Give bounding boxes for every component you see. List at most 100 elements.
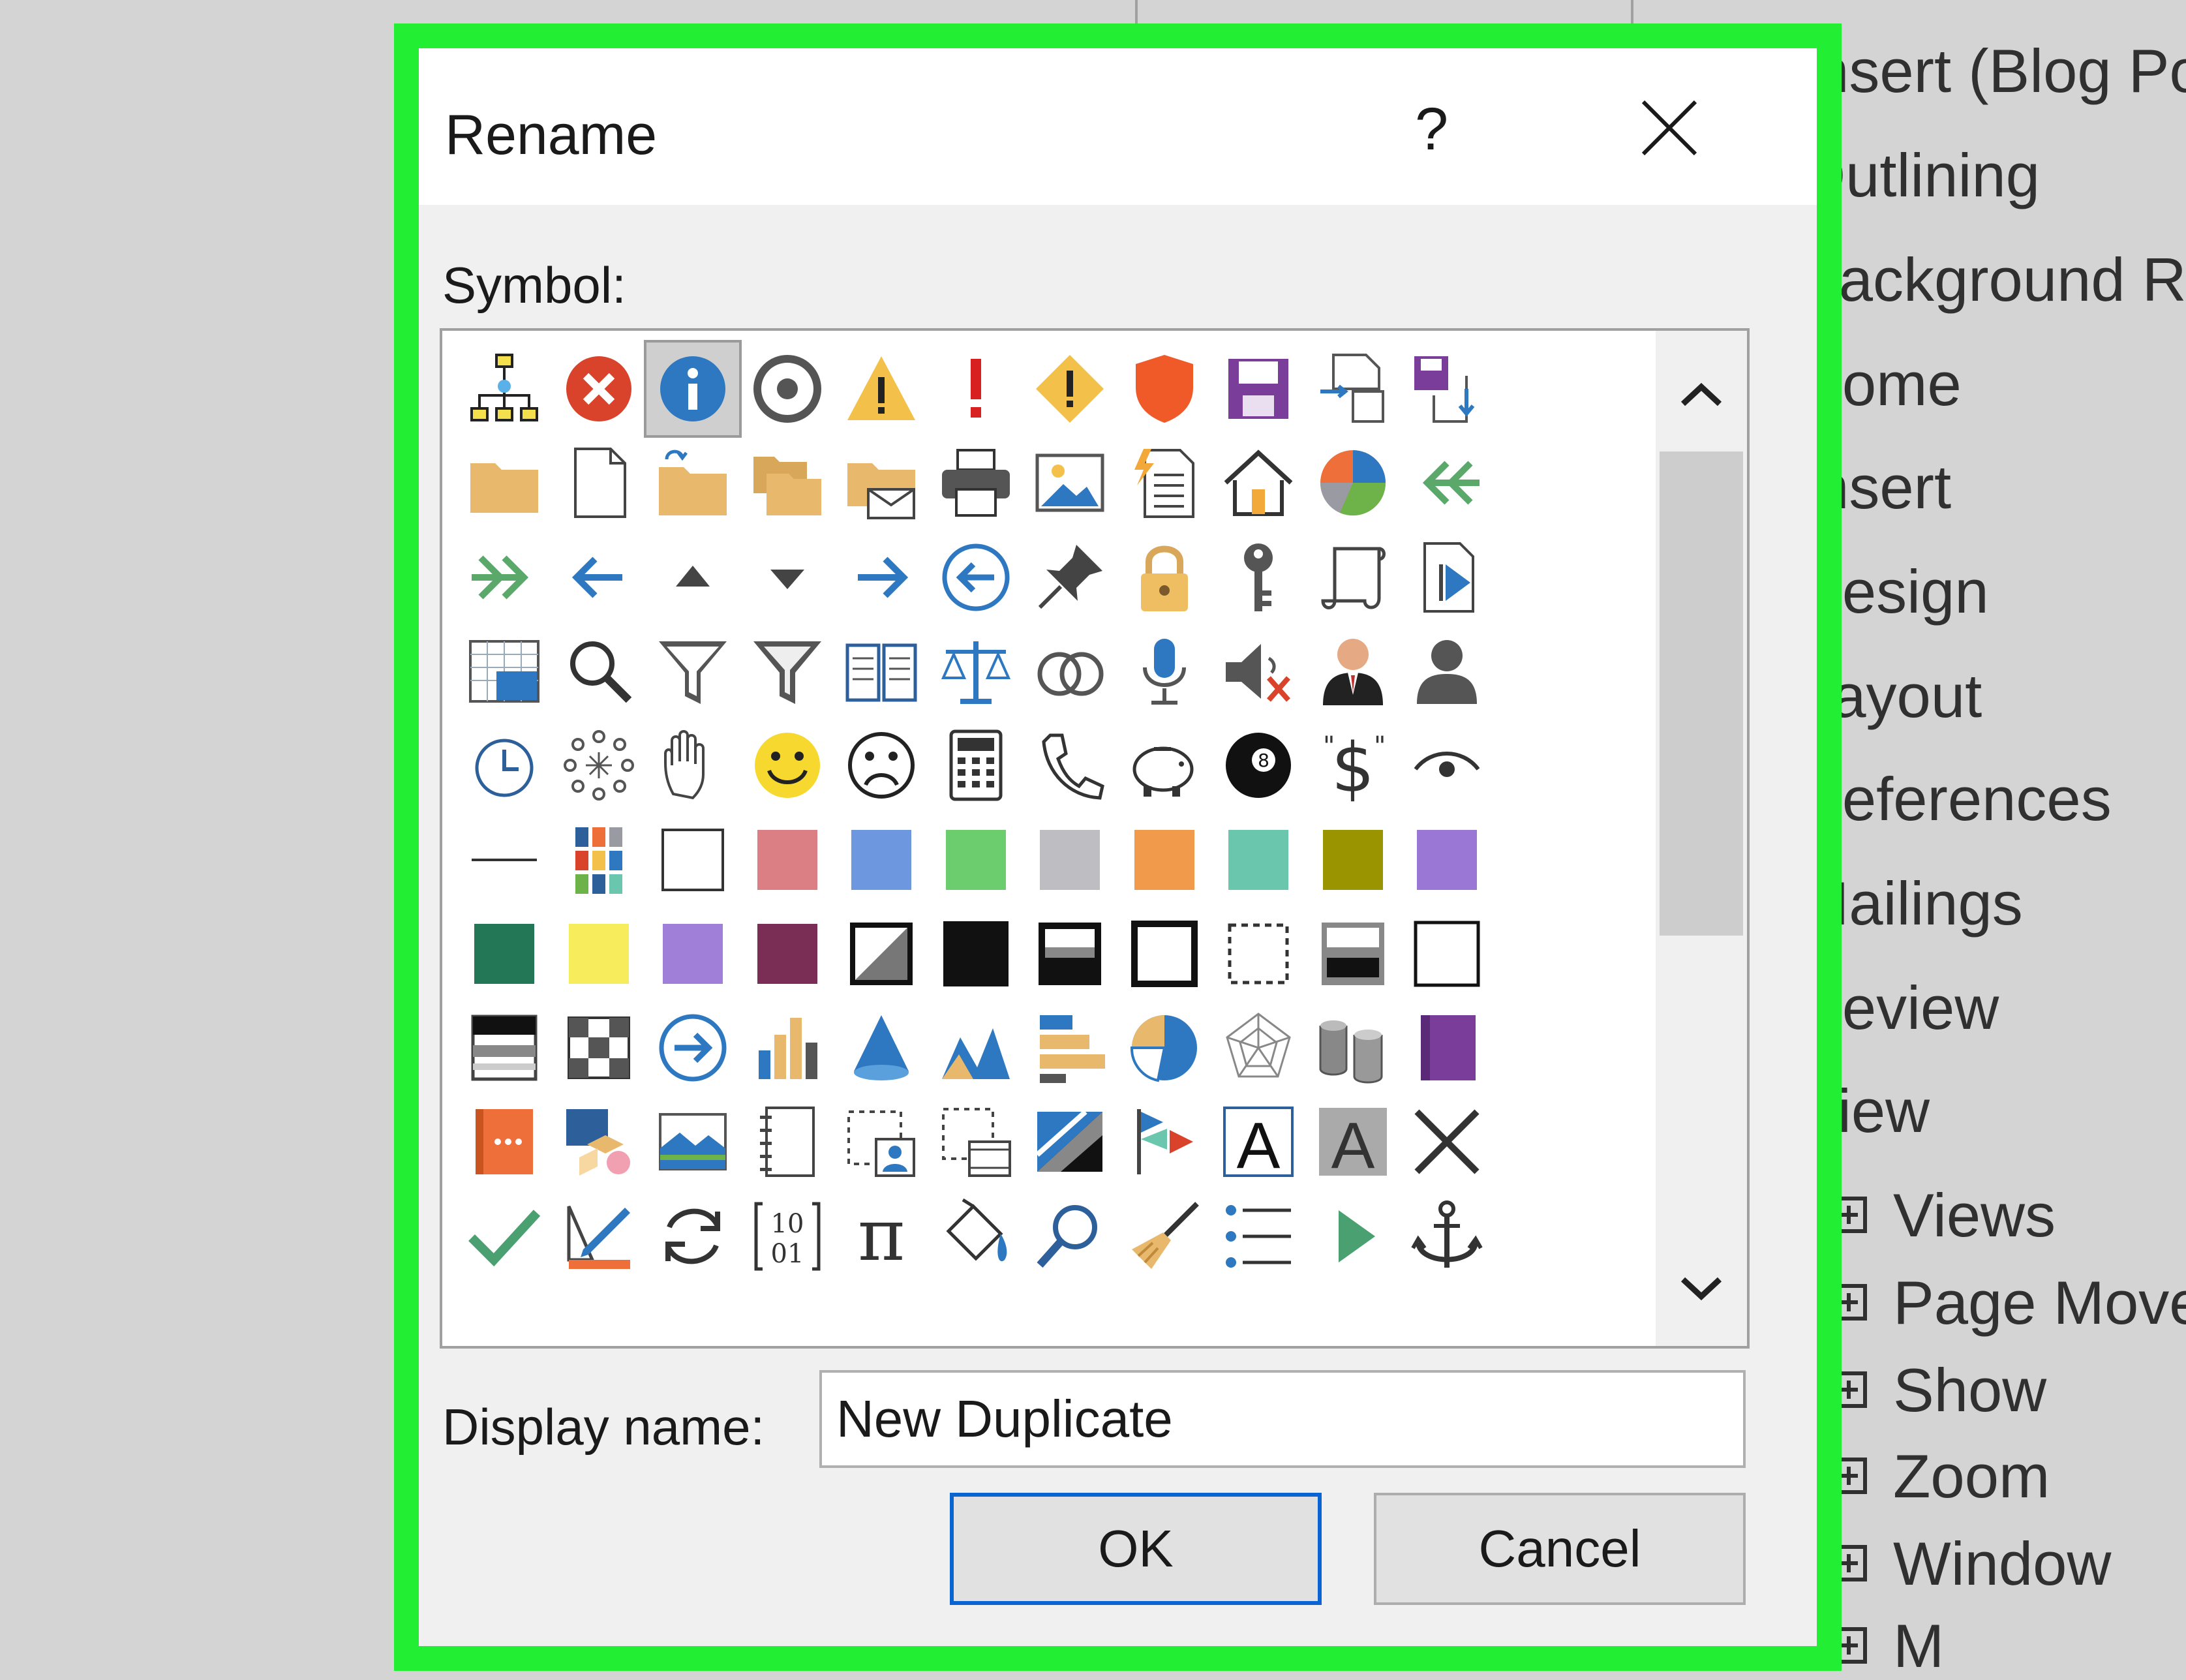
loading-dots-icon[interactable] [550, 716, 648, 814]
pushpin-icon[interactable] [1021, 528, 1119, 626]
hand-icon[interactable] [644, 716, 742, 814]
x-mark-icon[interactable] [1398, 1093, 1496, 1191]
shield-icon[interactable] [1116, 340, 1213, 438]
ruler-pencil-icon[interactable] [550, 1187, 648, 1285]
triangle-down-icon[interactable] [738, 528, 836, 626]
target-icon[interactable] [738, 340, 836, 438]
striped-box-icon[interactable] [455, 999, 553, 1097]
speaker-mute-icon[interactable] [1209, 622, 1307, 720]
person-icon[interactable] [1398, 622, 1496, 720]
play-icon[interactable] [1304, 1187, 1402, 1285]
filter-alt-icon[interactable] [738, 622, 836, 720]
checker-icon[interactable] [550, 999, 648, 1097]
black-swatch-icon[interactable] [927, 905, 1025, 1003]
picture-icon[interactable] [1021, 434, 1119, 532]
olive-swatch-icon[interactable] [1304, 811, 1402, 909]
dark-green-swatch-icon[interactable] [455, 905, 553, 1003]
flags-icon[interactable] [1116, 1093, 1213, 1191]
microphone-icon[interactable] [1116, 622, 1213, 720]
white-swatch-icon[interactable] [644, 811, 742, 909]
folder-upload-icon[interactable] [644, 434, 742, 532]
chevron-down-icon[interactable] [1656, 1242, 1747, 1333]
list-subitem[interactable]: Show [1830, 1360, 2046, 1421]
double-chevron-right-icon[interactable] [455, 528, 553, 626]
purple-book-icon[interactable] [1398, 999, 1496, 1097]
notebook-icon[interactable] [738, 1093, 836, 1191]
scales-icon[interactable] [927, 622, 1025, 720]
broom-icon[interactable] [1116, 1187, 1213, 1285]
lock-icon[interactable] [1116, 528, 1213, 626]
shapes-icon[interactable] [550, 1093, 648, 1191]
gray-swatch-icon[interactable] [1021, 811, 1119, 909]
arrow-left-icon[interactable] [550, 528, 648, 626]
diagonal-split-icon[interactable] [832, 905, 930, 1003]
list-item[interactable]: References [1798, 769, 2112, 830]
save-icon[interactable] [1209, 340, 1307, 438]
refresh-icon[interactable] [644, 1187, 742, 1285]
double-chevron-left-icon[interactable] [1398, 434, 1496, 532]
dashed-video-icon[interactable] [927, 1093, 1025, 1191]
text-a-fill-icon[interactable]: A [1304, 1093, 1402, 1191]
lavender-swatch-icon[interactable] [644, 905, 742, 1003]
header-box-icon[interactable] [1021, 905, 1119, 1003]
list-item[interactable]: Background Re [1798, 249, 2186, 311]
error-icon[interactable] [550, 340, 648, 438]
circle-arrow-right-icon[interactable] [644, 999, 742, 1097]
arrow-right-icon[interactable] [832, 528, 930, 626]
line-icon[interactable] [455, 811, 553, 909]
key-icon[interactable] [1209, 528, 1307, 626]
folders-icon[interactable] [738, 434, 836, 532]
folder-icon[interactable] [455, 434, 553, 532]
search-small-icon[interactable] [1021, 1187, 1119, 1285]
teal-swatch-icon[interactable] [1209, 811, 1307, 909]
dashed-person-icon[interactable] [832, 1093, 930, 1191]
close-icon[interactable] [1637, 95, 1702, 160]
magnifier-icon[interactable] [550, 622, 648, 720]
document-flash-icon[interactable] [1116, 434, 1213, 532]
color-grid-icon[interactable] [550, 811, 648, 909]
rings-icon[interactable] [1021, 622, 1119, 720]
phone-icon[interactable] [1021, 716, 1119, 814]
org-chart-icon[interactable] [455, 340, 553, 438]
bullet-list-icon[interactable] [1209, 1187, 1307, 1285]
pi-icon[interactable]: π [832, 1187, 930, 1285]
dollar-quote-icon[interactable]: $ " " [1304, 716, 1402, 814]
purple-swatch-icon[interactable] [1398, 811, 1496, 909]
anchor-icon[interactable] [1398, 1187, 1496, 1285]
info-icon[interactable] [644, 340, 742, 438]
document-convert-icon[interactable] [1304, 340, 1402, 438]
book-icon[interactable] [832, 622, 930, 720]
empty-box-icon[interactable] [1398, 905, 1496, 1003]
clock-icon[interactable] [455, 716, 553, 814]
bar-chart-icon[interactable] [738, 999, 836, 1097]
diagonal-stripes-icon[interactable] [1021, 1093, 1119, 1191]
cancel-button[interactable]: Cancel [1374, 1493, 1746, 1605]
save-sync-icon[interactable] [1398, 340, 1496, 438]
calculator-icon[interactable] [927, 716, 1025, 814]
eye-icon[interactable] [1398, 716, 1496, 814]
yellow-swatch-icon[interactable] [550, 905, 648, 1003]
warning-triangle-icon[interactable] [832, 340, 930, 438]
warning-diamond-icon[interactable] [1021, 340, 1119, 438]
dashed-box-icon[interactable] [1209, 905, 1307, 1003]
triangle-up-icon[interactable] [644, 528, 742, 626]
list-subitem[interactable]: Views [1830, 1185, 2056, 1246]
list-subitem[interactable]: M [1830, 1615, 1944, 1677]
chevron-up-icon[interactable] [1656, 350, 1747, 442]
green-swatch-icon[interactable] [927, 811, 1025, 909]
orange-book-icon[interactable] [455, 1093, 553, 1191]
cone-icon[interactable] [832, 999, 930, 1097]
person-suit-icon[interactable] [1304, 622, 1402, 720]
smiley-sad-icon[interactable] [832, 716, 930, 814]
maroon-swatch-icon[interactable] [738, 905, 836, 1003]
rose-swatch-icon[interactable] [738, 811, 836, 909]
scrollbar-thumb[interactable] [1660, 451, 1743, 936]
list-subitem[interactable]: Window [1830, 1533, 2111, 1595]
list-item[interactable]: Insert (Blog Po [1798, 40, 2186, 102]
orange-swatch-icon[interactable] [1116, 811, 1213, 909]
bar-horizontal-icon[interactable] [1021, 999, 1119, 1097]
home-icon[interactable] [1209, 434, 1307, 532]
area-chart-icon[interactable] [927, 999, 1025, 1097]
paint-bucket-icon[interactable] [927, 1187, 1025, 1285]
blue-swatch-icon[interactable] [832, 811, 930, 909]
